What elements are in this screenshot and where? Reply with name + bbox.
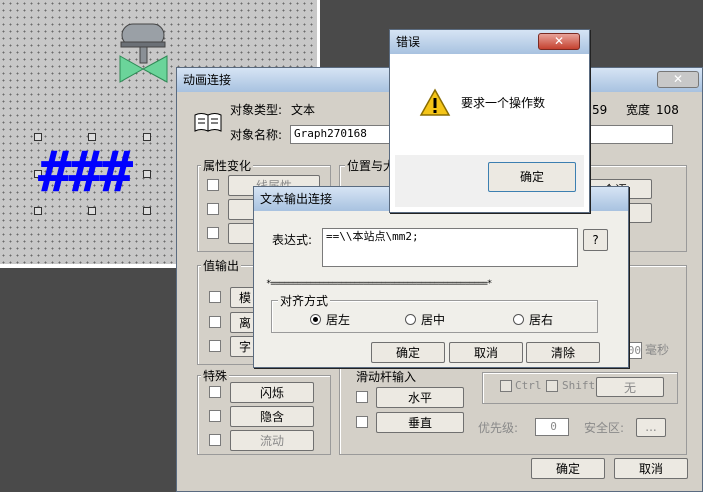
flow-button[interactable]: 流动 [230,430,314,451]
text-output-clear-button[interactable]: 清除 [526,342,600,363]
align-right-label: 居右 [529,313,554,327]
alignment-title: 对齐方式 [278,294,331,308]
text-output-ok-button[interactable]: 确定 [371,342,445,363]
align-left-label: 居左 [326,313,351,327]
error-ok-button[interactable]: 确定 [488,162,576,192]
hide-button[interactable]: 隐含 [230,406,314,427]
align-center-radio[interactable] [405,314,416,325]
ctrl-label: Ctrl [515,379,542,392]
security-label: 安全区: [584,421,625,435]
top-value: 59 [592,103,608,117]
discrete-output-checkbox[interactable] [209,316,221,328]
object-type-label: 对象类型: [230,103,283,117]
attr-checkbox-3[interactable] [207,227,219,239]
ctrl-checkbox[interactable] [500,380,512,392]
help-button[interactable]: ? [583,229,608,251]
priority-field[interactable]: 0 [535,418,569,436]
align-left-radio[interactable] [310,314,321,325]
width-value: 108 [656,103,679,117]
resize-handle-bl[interactable] [34,207,42,215]
error-message: 要求一个操作数 [461,96,546,110]
object-type-value: 文本 [291,103,316,117]
resize-handle-b[interactable] [88,207,96,215]
flow-checkbox[interactable] [209,434,221,446]
horizontal-slider-button[interactable]: 水平 [376,387,464,408]
width-label: 宽度 [626,103,651,117]
ms-label: 毫秒 [645,343,670,357]
blink-checkbox[interactable] [209,386,221,398]
shift-label: Shift [562,379,596,392]
warning-icon [419,88,451,116]
separator-line: *=======================================… [266,279,492,289]
close-icon: ✕ [672,72,684,86]
valve-icon[interactable] [116,22,172,88]
ok-button[interactable]: 确定 [531,458,605,479]
resize-handle-tr[interactable] [143,133,151,141]
close-icon: ✕ [553,34,565,48]
text-object[interactable]: ### [38,138,133,208]
horizontal-slider-checkbox[interactable] [356,391,368,403]
value-output-title: 值输出 [201,259,242,273]
analog-output-checkbox[interactable] [209,291,221,303]
cancel-button[interactable]: 取消 [614,458,688,479]
attr-change-title: 属性变化 [201,159,254,173]
security-button[interactable]: ... [636,418,666,437]
close-button[interactable]: ✕ [657,71,699,88]
expression-label: 表达式: [272,233,313,247]
vertical-slider-button[interactable]: 垂直 [376,412,464,433]
hide-checkbox[interactable] [209,410,221,422]
string-output-checkbox[interactable] [209,340,221,352]
object-name-label: 对象名称: [230,128,283,142]
special-title: 特殊 [201,369,230,383]
resize-handle-br[interactable] [143,207,151,215]
priority-label: 优先级: [478,421,519,435]
attr-checkbox-2[interactable] [207,203,219,215]
slider-input-title: 滑动杆输入 [354,370,419,384]
attr-checkbox-1[interactable] [207,179,219,191]
blink-button[interactable]: 闪烁 [230,382,314,403]
shift-checkbox[interactable] [546,380,558,392]
vertical-slider-checkbox[interactable] [356,416,368,428]
text-output-cancel-button[interactable]: 取消 [449,342,523,363]
align-center-label: 居中 [421,313,446,327]
hotkey-button[interactable]: 无 [596,377,664,397]
resize-handle-r[interactable] [143,170,151,178]
expression-field[interactable]: ==\\本站点\mm2; [322,228,578,267]
book-icon [194,113,222,132]
align-right-radio[interactable] [513,314,524,325]
error-close-button[interactable]: ✕ [538,33,580,50]
